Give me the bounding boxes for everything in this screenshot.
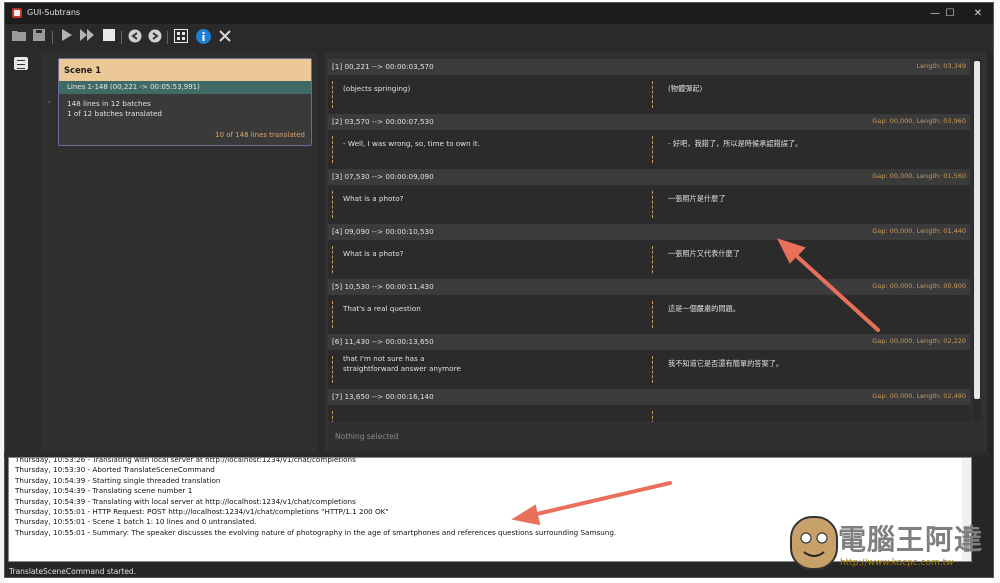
subtitles-panel: [1] 00,221 --> 00:00:03,570 Length: 03,34… — [325, 52, 987, 456]
redo-icon[interactable] — [147, 29, 163, 45]
subtitle-item[interactable]: [4] 09,090 --> 00:00:10,530 Gap: 00,000, … — [328, 224, 970, 279]
subtitle-timing: Gap: 00,000, Length: 02,490 — [872, 392, 966, 400]
background-right — [994, 0, 1000, 583]
tools-icon[interactable] — [217, 29, 233, 45]
subtitle-translation: (物體彈起) — [668, 84, 703, 93]
scene-batches: 148 lines in 12 batches — [67, 99, 151, 108]
play-icon[interactable] — [59, 29, 75, 45]
undo-icon[interactable] — [127, 29, 143, 45]
vertical-splitter[interactable] — [317, 52, 325, 456]
scene-card[interactable]: Scene 1 Lines 1-148 (00,221 -> 00:05:53,… — [58, 58, 312, 146]
subtitle-timing: Gap: 00,000, Length: 00,900 — [872, 282, 966, 290]
subtitle-original: What is a photo? — [343, 249, 404, 258]
status-bar: TranslateSceneCommand started. — [9, 567, 137, 576]
log-line: Thursday, 10:54:39 - Starting single thr… — [15, 475, 221, 485]
menu-list-icon[interactable] — [14, 57, 28, 70]
subtitle-original: - Well, I was wrong, so, time to own it. — [343, 139, 480, 148]
watermark-text: 電腦王阿達 — [838, 523, 984, 556]
subtitle-item[interactable]: [5] 10,530 --> 00:00:11,430 Gap: 00,000, … — [328, 279, 970, 334]
subtitle-item[interactable]: [1] 00,221 --> 00:00:03,570 Length: 03,34… — [328, 59, 970, 114]
subtitle-translation: 一張照片又代表什麼了 — [668, 249, 740, 258]
log-line: Thursday, 10:55:01 - HTTP Request: POST … — [15, 507, 389, 517]
toolbar — [5, 24, 993, 52]
subtitle-number: [1] 00,221 --> 00:00:03,570 — [332, 62, 434, 71]
log-line: Thursday, 10:55:01 - Scene 1 batch 1: 10… — [15, 517, 257, 527]
info-icon[interactable] — [195, 29, 211, 45]
stop-icon[interactable] — [101, 29, 117, 45]
log-line: Thursday, 10:53:26 - Translating with lo… — [15, 457, 356, 464]
subtitle-timing: Gap: 00,000, Length: 02,220 — [872, 337, 966, 345]
side-strip — [5, 52, 41, 456]
app-icon — [12, 8, 22, 18]
subtitle-translation: 我不知道它是否還有簡單的答案了。 — [668, 359, 784, 368]
close-button[interactable]: ✕ — [963, 3, 993, 24]
window-title: GUI-Subtrans — [27, 8, 81, 17]
selection-status: Nothing selected — [335, 432, 399, 441]
log-line: Thursday, 10:54:39 - Translating with lo… — [15, 496, 356, 506]
mascot-logo-icon — [790, 516, 838, 570]
subtitle-item[interactable]: [6] 11,430 --> 00:00:13,650 Gap: 00,000, … — [328, 334, 970, 389]
scenes-panel: › Scene 1 Lines 1-148 (00,221 -> 00:05:5… — [41, 52, 317, 456]
toolbar-separator — [167, 31, 168, 44]
subtitle-translation: 一張照片是什麼了 — [668, 194, 726, 203]
log-line: Thursday, 10:54:39 - Translating scene n… — [15, 486, 193, 496]
subtitle-timing: Gap: 00,000, Length: 01,560 — [872, 172, 966, 180]
chevron-right-icon[interactable]: › — [48, 99, 50, 106]
scroll-thumb[interactable] — [974, 61, 980, 399]
subtitle-original: That's a real question — [343, 304, 421, 313]
fast-forward-icon[interactable] — [79, 29, 95, 45]
watermark: 電腦王阿達 http://www.kocpc.com.tw — [790, 516, 990, 576]
subtitle-number: [2] 03,570 --> 00:00:07,530 — [332, 117, 434, 126]
subtitle-timing: Length: 03,349 — [916, 62, 966, 70]
title-bar: GUI-Subtrans — ☐ ✕ — [5, 3, 993, 24]
save-icon[interactable] — [31, 29, 47, 45]
subtitle-original-line2: straightforward answer anymore — [343, 364, 461, 373]
scene-batches-translated: 1 of 12 batches translated — [67, 109, 162, 118]
subtitle-timing: Gap: 00,000, Length: 03,960 — [872, 117, 966, 125]
subtitle-number: [7] 13,650 --> 00:00:16,140 — [332, 392, 434, 401]
toolbar-separator — [121, 31, 122, 44]
subtitle-original: (objects springing) — [343, 84, 411, 93]
grid-icon[interactable] — [173, 29, 189, 45]
subtitle-translation: - 好吧，我錯了，所以是時候承認錯誤了。 — [668, 139, 803, 148]
subtitle-translation: 這是一個嚴肅的問題。 — [668, 304, 740, 313]
scene-lines: Lines 1-148 (00,221 -> 00:05:53,991) — [59, 81, 311, 94]
subtitle-number: [6] 11,430 --> 00:00:13,650 — [332, 337, 434, 346]
open-folder-icon[interactable] — [11, 29, 27, 45]
subtitle-item[interactable]: [3] 07,530 --> 00:00:09,090 Gap: 00,000, … — [328, 169, 970, 224]
scene-lines-translated: 10 of 148 lines translated — [215, 131, 305, 139]
maximize-button[interactable]: ☐ — [935, 3, 965, 24]
toolbar-separator — [52, 31, 53, 44]
watermark-url: http://www.kocpc.com.tw — [840, 558, 954, 568]
subtitle-item[interactable]: [7] 13,650 --> 00:00:16,140 Gap: 00,000, … — [328, 389, 970, 422]
scene-title: Scene 1 — [59, 59, 311, 81]
subtitle-item[interactable]: [2] 03,570 --> 00:00:07,530 Gap: 00,000, … — [328, 114, 970, 169]
log-line: Thursday, 10:53:30 - Aborted TranslateSc… — [15, 465, 215, 475]
subtitle-timing: Gap: 00,000, Length: 01,440 — [872, 227, 966, 235]
subtitle-list: [1] 00,221 --> 00:00:03,570 Length: 03,34… — [328, 59, 970, 422]
subtitle-original: that I'm not sure has a — [343, 354, 425, 363]
subtitle-number: [3] 07,530 --> 00:00:09,090 — [332, 172, 434, 181]
subtitle-scrollbar[interactable] — [973, 59, 981, 422]
subtitle-number: [5] 10,530 --> 00:00:11,430 — [332, 282, 434, 291]
log-line: Thursday, 10:55:01 - Summary: The speake… — [15, 527, 617, 537]
subtitle-number: [4] 09,090 --> 00:00:10,530 — [332, 227, 434, 236]
subtitle-original: What is a photo? — [343, 194, 404, 203]
